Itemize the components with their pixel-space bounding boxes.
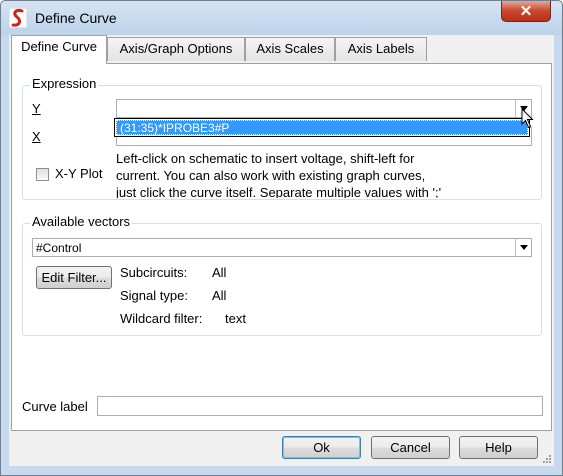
cancel-button[interactable]: Cancel — [371, 436, 450, 459]
close-icon: ✕ — [519, 3, 533, 20]
x-label: X — [32, 129, 41, 144]
wildcard-filter-label: Wildcard filter: — [120, 311, 203, 326]
curve-label-label: Curve label — [22, 399, 88, 414]
help-text-line-3: just click the curve itself. Separate mu… — [116, 185, 442, 198]
ok-button[interactable]: Ok — [282, 436, 361, 459]
title-bar[interactable]: Define Curve — [1, 1, 562, 35]
subcircuits-label: Subcircuits: — [120, 265, 188, 280]
vectors-selected-value: #Control — [36, 241, 82, 255]
vectors-dropdown-button[interactable] — [515, 239, 531, 256]
y-expression-combo[interactable] — [116, 99, 532, 118]
chevron-down-icon — [520, 245, 528, 250]
subcircuits-value: All — [212, 265, 227, 280]
curve-label-input[interactable] — [97, 396, 543, 416]
tab-axis-labels[interactable]: Axis Labels — [335, 37, 427, 61]
define-curve-dialog: Define Curve ✕ Define Curve Axis/Graph O… — [0, 0, 563, 476]
y-dropdown-item[interactable]: (31:35)*IPROBE3#P — [116, 120, 528, 135]
help-text-line-2: current. You can also work with existing… — [116, 168, 426, 183]
close-button[interactable]: ✕ — [501, 1, 551, 22]
tab-axis-scales[interactable]: Axis Scales — [245, 37, 335, 61]
dialog-client-area: Define Curve Axis/Graph Options Axis Sca… — [9, 35, 554, 466]
vectors-combo[interactable]: #Control — [32, 238, 532, 257]
y-dropdown-list: (31:35)*IPROBE3#P — [114, 118, 530, 137]
expression-group-label: Expression — [30, 76, 99, 91]
tab-define-curve[interactable]: Define Curve — [11, 35, 107, 64]
help-text-line-1: Left-click on schematic to insert voltag… — [116, 151, 415, 166]
help-button[interactable]: Help — [459, 436, 538, 459]
simetrix-logo-icon — [9, 8, 27, 28]
wildcard-filter-value: text — [225, 311, 246, 326]
available-vectors-label: Available vectors — [30, 214, 133, 229]
window-title: Define Curve — [35, 10, 117, 26]
xy-plot-checkbox[interactable] — [36, 168, 49, 181]
mouse-pointer-icon — [521, 108, 534, 129]
y-label: Y — [32, 101, 41, 116]
edit-filter-button[interactable]: Edit Filter... — [36, 266, 112, 289]
signal-type-label: Signal type: — [120, 288, 188, 303]
tab-axis-graph-options[interactable]: Axis/Graph Options — [107, 37, 245, 61]
xy-plot-label: X-Y Plot — [55, 166, 103, 181]
signal-type-value: All — [212, 288, 227, 303]
resize-grip-icon[interactable] — [542, 454, 552, 464]
